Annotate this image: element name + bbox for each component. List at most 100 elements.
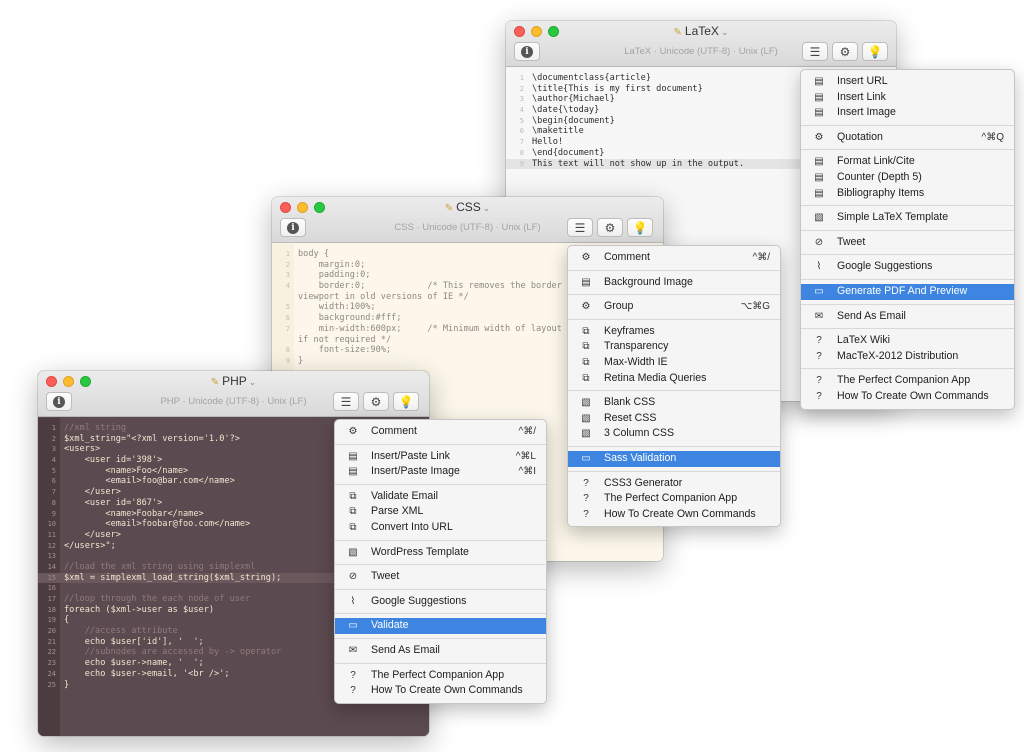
- menu-item-google-suggestions[interactable]: ⌇ Google Suggestions: [335, 594, 546, 610]
- menu-item-insert-paste-image[interactable]: ▤ Insert/Paste Image ^⌘I: [335, 464, 546, 480]
- code-text: echo $user->email, '<br />';: [64, 668, 230, 679]
- menu-item-how-to-create-own-commands[interactable]: ? How To Create Own Commands: [335, 683, 546, 699]
- compass-icon: ⊘: [348, 571, 358, 583]
- window-title[interactable]: ✎ PHP ⌄: [38, 374, 429, 388]
- preview-button[interactable]: 💡: [393, 392, 419, 411]
- menu-item-bibliography-items[interactable]: ▤ Bibliography Items: [801, 186, 1014, 202]
- menu-item-sass-validation[interactable]: ▭ Sass Validation: [568, 450, 780, 467]
- menu-item-group[interactable]: ⚙ Group ⌥⌘G: [568, 299, 780, 315]
- line-number: 2: [519, 84, 524, 93]
- code-text: //subnodes are accessed by -> operator: [64, 647, 282, 658]
- menu-item-label: Retina Media Queries: [604, 371, 707, 384]
- list-button[interactable]: ☰: [567, 218, 593, 237]
- commands-button[interactable]: ⚙: [363, 392, 389, 411]
- list-button[interactable]: ☰: [333, 392, 359, 411]
- menu-separator: [801, 149, 1014, 151]
- menu-item-the-perfect-companion-app[interactable]: ? The Perfect Companion App: [801, 373, 1014, 389]
- menu-item-comment[interactable]: ⚙ Comment ^⌘/: [568, 250, 780, 266]
- code-text: viewport in old versions of IE */: [298, 291, 469, 302]
- menu-item-wordpress-template[interactable]: ▧ WordPress Template: [335, 545, 546, 561]
- menu-item-css3-generator[interactable]: ? CSS3 Generator: [568, 476, 780, 492]
- menu-item-keyframes[interactable]: ⧉ Keyframes: [568, 324, 780, 340]
- menu-item-3-column-css[interactable]: ▧ 3 Column CSS: [568, 426, 780, 442]
- code-text: \author{Michael}: [532, 94, 615, 105]
- menu-separator: [568, 470, 780, 472]
- line-number: 22: [47, 648, 56, 657]
- code-text: //xml string: [64, 423, 127, 433]
- preview-button[interactable]: 💡: [862, 42, 888, 61]
- menu-item-tweet[interactable]: ⊘ Tweet: [801, 235, 1014, 251]
- menu-item-label: Quotation: [837, 130, 883, 143]
- window-title[interactable]: ✎ LaTeX ⌄: [506, 24, 896, 38]
- menu-item-simple-latex-template[interactable]: ▧ Simple LaTeX Template: [801, 210, 1014, 226]
- commands-button[interactable]: ⚙: [597, 218, 623, 237]
- menu-separator: [801, 254, 1014, 256]
- menu-item-comment[interactable]: ⚙ Comment ^⌘/: [335, 424, 546, 440]
- line-number: 7: [519, 138, 524, 147]
- menu-item-shortcut: ^⌘I: [518, 466, 536, 478]
- terminal-icon: ▭: [814, 285, 824, 297]
- menu-item-format-link-cite[interactable]: ▤ Format Link/Cite: [801, 154, 1014, 170]
- menu-item-tweet[interactable]: ⊘ Tweet: [335, 569, 546, 585]
- menu-item-validate-email[interactable]: ⧉ Validate Email: [335, 489, 546, 505]
- toolbar-buttons: ☰ ⚙ 💡: [802, 42, 888, 61]
- menu-item-counter-depth-5[interactable]: ▤ Counter (Depth 5): [801, 170, 1014, 186]
- menu-item-label: Max-Width IE: [604, 355, 668, 368]
- line-number: 8: [519, 148, 524, 157]
- terminal-icon: ▭: [348, 620, 358, 632]
- menu-item-label: Comment: [371, 425, 417, 437]
- menu-separator: [801, 303, 1014, 305]
- list-button[interactable]: ☰: [802, 42, 828, 61]
- line-number: 19: [47, 616, 56, 625]
- menu-item-retina-media-queries[interactable]: ⧉ Retina Media Queries: [568, 371, 780, 387]
- doc-icon: ▤: [814, 156, 824, 168]
- toolbar-buttons: ☰ ⚙ 💡: [333, 392, 419, 411]
- menu-item-label: Group: [604, 300, 634, 313]
- menu-item-label: Google Suggestions: [371, 594, 467, 607]
- menu-item-quotation[interactable]: ⚙ Quotation ^⌘Q: [801, 130, 1014, 146]
- menu-item-insert-link[interactable]: ▤ Insert Link: [801, 90, 1014, 106]
- menu-item-generate-pdf-and-preview[interactable]: ▭ Generate PDF And Preview: [801, 283, 1014, 300]
- menu-item-label: Background Image: [604, 275, 693, 288]
- menu-item-label: Insert/Paste Link: [371, 449, 450, 462]
- code-text: <users>: [64, 444, 101, 455]
- line-number: 5: [285, 303, 290, 312]
- menu-item-google-suggestions[interactable]: ⌇ Google Suggestions: [801, 259, 1014, 275]
- menu-item-insert-image[interactable]: ▤ Insert Image: [801, 105, 1014, 121]
- menu-item-send-as-email[interactable]: ✉ Send As Email: [801, 309, 1014, 325]
- code-text: \maketitle: [532, 126, 584, 137]
- menu-item-insert-paste-link[interactable]: ▤ Insert/Paste Link ^⌘L: [335, 449, 546, 465]
- menu-item-insert-url[interactable]: ▤ Insert URL: [801, 74, 1014, 90]
- line-number: 21: [47, 637, 56, 646]
- menu-item-validate[interactable]: ▭ Validate: [335, 618, 546, 634]
- menu-item-how-to-create-own-commands[interactable]: ? How To Create Own Commands: [568, 507, 780, 523]
- line-number: 6: [519, 127, 524, 136]
- menu-item-transparency[interactable]: ⧉ Transparency: [568, 339, 780, 355]
- menu-item-how-to-create-own-commands[interactable]: ? How To Create Own Commands: [801, 389, 1014, 405]
- chevron-down-icon: ⌄: [248, 377, 257, 387]
- menu-separator: [801, 368, 1014, 370]
- menu-item-label: Send As Email: [371, 643, 440, 656]
- menu-item-the-perfect-companion-app[interactable]: ? The Perfect Companion App: [568, 491, 780, 507]
- code-text: <name>Foobar</name>: [64, 508, 204, 519]
- menu-item-label: Tweet: [837, 235, 866, 248]
- code-text: <user id='398'>: [64, 455, 163, 466]
- menu-item-label: Reset CSS: [604, 411, 657, 424]
- menu-separator: [801, 278, 1014, 280]
- menu-item-mactex-2012-distribution[interactable]: ? MacTeX-2012 Distribution: [801, 349, 1014, 365]
- menu-item-background-image[interactable]: ▤ Background Image: [568, 275, 780, 291]
- menu-item-blank-css[interactable]: ▧ Blank CSS: [568, 395, 780, 411]
- commands-button[interactable]: ⚙: [832, 42, 858, 61]
- menu-item-reset-css[interactable]: ▧ Reset CSS: [568, 411, 780, 427]
- preview-button[interactable]: 💡: [627, 218, 653, 237]
- menu-item-the-perfect-companion-app[interactable]: ? The Perfect Companion App: [335, 668, 546, 684]
- code-text: echo $user['id'], ' ';: [64, 636, 204, 647]
- menu-item-max-width-ie[interactable]: ⧉ Max-Width IE: [568, 355, 780, 371]
- menu-item-send-as-email[interactable]: ✉ Send As Email: [335, 643, 546, 659]
- menu-item-parse-xml[interactable]: ⧉ Parse XML: [335, 504, 546, 520]
- code-text: if not required */: [298, 334, 392, 345]
- menu-item-label: The Perfect Companion App: [837, 374, 971, 387]
- window-title[interactable]: ✎ CSS ⌄: [272, 200, 663, 214]
- menu-item-convert-into-url[interactable]: ⧉ Convert Into URL: [335, 520, 546, 536]
- menu-item-latex-wiki[interactable]: ? LaTeX Wiki: [801, 333, 1014, 349]
